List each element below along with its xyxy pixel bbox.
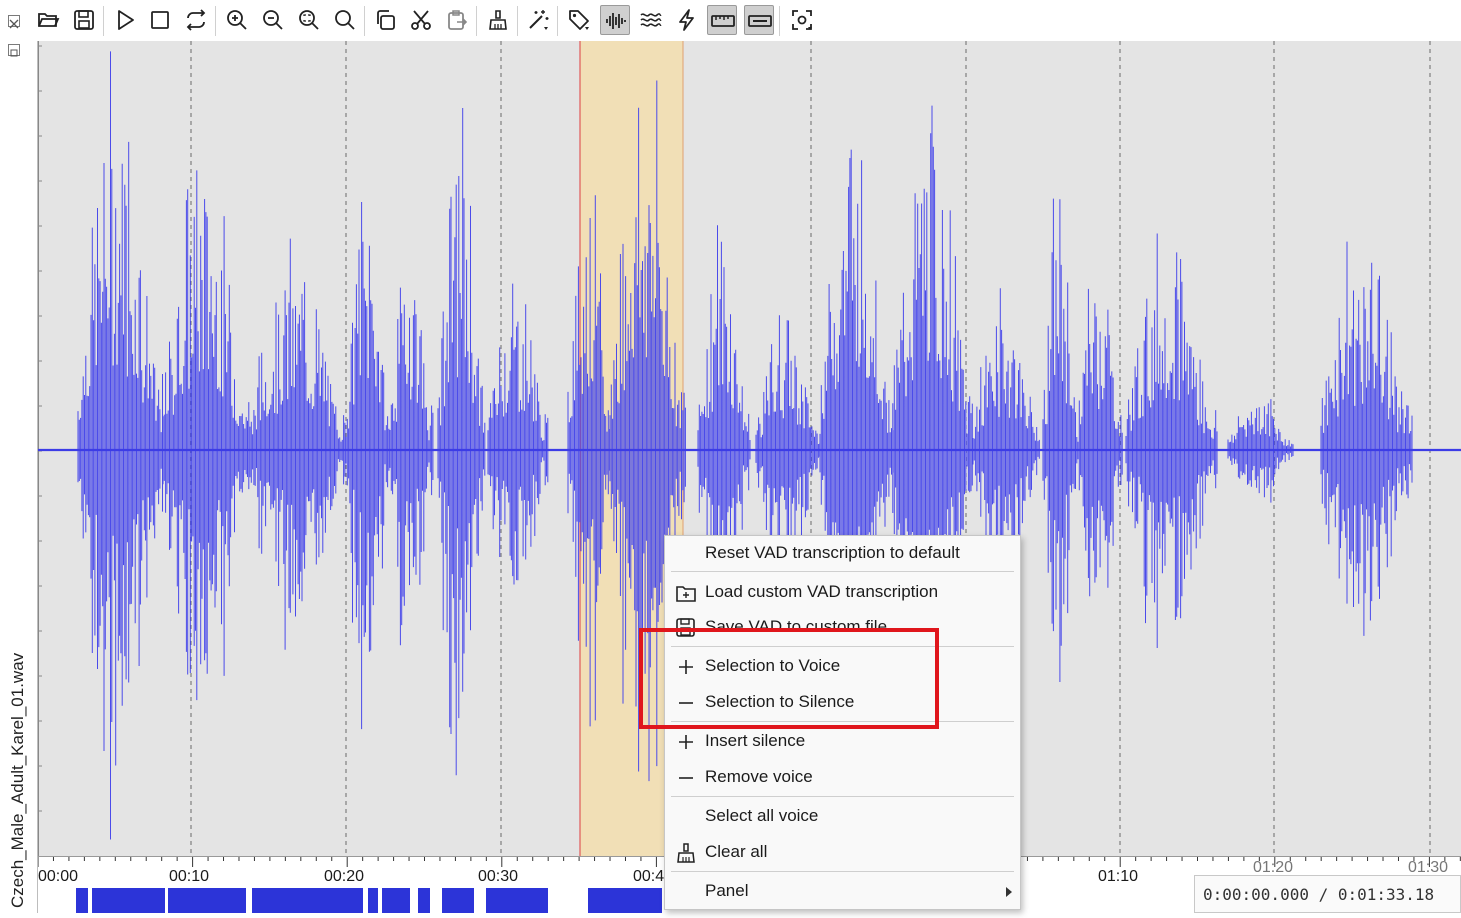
vad-lane-button[interactable] xyxy=(744,5,774,35)
menu-item-panel[interactable]: Panel xyxy=(665,875,1020,909)
minus-icon xyxy=(679,702,693,704)
menu-item-label: Selection to Voice xyxy=(705,656,841,675)
menu-item-load-vad[interactable]: Load custom VAD transcription xyxy=(665,576,1020,610)
zoom-out-button[interactable] xyxy=(258,5,288,35)
menu-item-label: Clear all xyxy=(705,842,768,861)
folder-open-icon xyxy=(38,13,60,27)
zoom-out-icon xyxy=(263,10,283,30)
menu-item-insert-silence[interactable]: Insert silence xyxy=(665,725,1020,759)
menu-item-label: Panel xyxy=(705,881,749,900)
broom-icon xyxy=(489,10,507,30)
time-readout: 0:00:00.000 / 0:01:33.18 xyxy=(1194,875,1461,913)
waves-icon xyxy=(640,13,662,27)
waveform-icon xyxy=(606,13,626,29)
zoom-selection-icon xyxy=(299,10,319,30)
ruler-icon xyxy=(711,15,735,27)
paste-icon xyxy=(448,10,468,30)
save-icon xyxy=(676,618,695,637)
magic-wand-icon xyxy=(529,10,549,30)
minus-icon xyxy=(679,777,693,779)
amplitude-ticks xyxy=(38,41,42,856)
time-tick-label: 00:4 xyxy=(633,868,665,885)
broom-icon xyxy=(677,843,695,863)
menu-item-remove-voice[interactable]: Remove voice xyxy=(665,761,1020,795)
submenu-arrow-icon xyxy=(1006,887,1012,897)
magic-wand-button[interactable] xyxy=(523,5,553,35)
menu-item-clear-all[interactable]: Clear all xyxy=(665,836,1020,870)
lightning-icon xyxy=(679,9,694,31)
vad-lane-icon xyxy=(748,15,772,27)
cut-button[interactable] xyxy=(406,5,436,35)
copy-icon xyxy=(377,10,395,30)
flash-button[interactable] xyxy=(672,5,702,35)
menu-item-select-all-voice[interactable]: Select all voice xyxy=(665,800,1020,834)
context-menu: Reset VAD transcription to default Load … xyxy=(664,535,1021,910)
focus-button[interactable] xyxy=(787,5,817,35)
waveform-view-button[interactable] xyxy=(600,5,630,35)
tag-icon xyxy=(569,10,589,30)
collapse-track-button[interactable] xyxy=(8,44,20,57)
time-tick-label: 01:10 xyxy=(1098,868,1139,885)
menu-item-label: Select all voice xyxy=(705,806,819,825)
menu-item-label: Save VAD to custom file .. xyxy=(705,617,902,636)
copy-button[interactable] xyxy=(370,5,400,35)
menu-item-selection-to-silence[interactable]: Selection to Silence xyxy=(665,686,1020,720)
plus-icon xyxy=(679,660,693,674)
save-button[interactable] xyxy=(69,5,99,35)
menu-item-label: Insert silence xyxy=(705,731,806,750)
stop-button[interactable] xyxy=(145,5,175,35)
zoom-in-button[interactable] xyxy=(222,5,252,35)
time-tick-label: 00:20 xyxy=(324,868,365,885)
loop-button[interactable] xyxy=(181,5,211,35)
close-track-button[interactable] xyxy=(8,15,20,29)
paste-button[interactable] xyxy=(442,5,472,35)
menu-item-label: Selection to Silence xyxy=(705,692,855,711)
menu-item-reset-vad[interactable]: Reset VAD transcription to default xyxy=(665,537,1020,571)
scissors-icon xyxy=(411,10,431,30)
menu-item-label: Remove voice xyxy=(705,767,813,786)
play-button[interactable] xyxy=(110,5,140,35)
play-icon xyxy=(118,10,134,30)
menu-item-save-vad[interactable]: Save VAD to custom file .. xyxy=(665,611,1020,645)
time-tick-label: 00:10 xyxy=(169,868,210,885)
zoom-fit-button[interactable] xyxy=(330,5,360,35)
toolbar xyxy=(0,0,1461,42)
clear-button[interactable] xyxy=(483,5,513,35)
collapse-icon xyxy=(10,49,18,57)
zoom-in-icon xyxy=(227,10,247,30)
folder-open-icon xyxy=(676,586,696,602)
ruler-button[interactable] xyxy=(707,5,737,35)
time-tick-label: 00:00 xyxy=(38,868,79,885)
spectrum-view-button[interactable] xyxy=(636,5,666,35)
tag-button[interactable] xyxy=(564,5,594,35)
plus-icon xyxy=(679,735,693,749)
stop-icon xyxy=(151,11,169,29)
focus-icon xyxy=(792,10,812,30)
open-file-button[interactable] xyxy=(33,5,63,35)
menu-item-label: Load custom VAD transcription xyxy=(705,582,939,601)
loop-icon xyxy=(186,9,206,31)
zoom-fit-icon xyxy=(335,10,355,30)
zoom-selection-button[interactable] xyxy=(294,5,324,35)
close-icon xyxy=(9,19,19,29)
time-tick-label: 00:30 xyxy=(478,868,519,885)
track-name: Czech_Male_Adult_Karel_01.wav xyxy=(8,652,27,908)
save-icon xyxy=(74,10,94,30)
menu-item-label: Reset VAD transcription to default xyxy=(705,543,960,562)
menu-item-selection-to-voice[interactable]: Selection to Voice xyxy=(665,650,1020,684)
